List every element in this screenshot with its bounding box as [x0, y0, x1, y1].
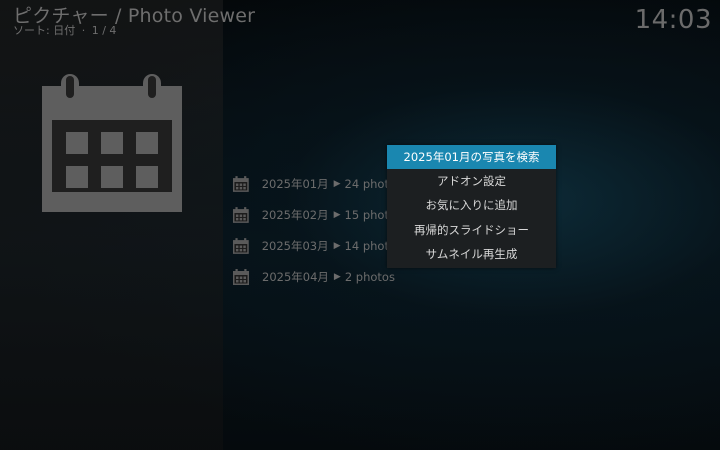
- menu-item-add-favorites[interactable]: お気に入りに追加: [387, 193, 556, 217]
- menu-item-search-photos[interactable]: 2025年01月の写真を検索: [387, 145, 556, 170]
- context-menu: 2025年01月の写真を検索 アドオン設定 お気に入りに追加 再帰的スライドショ…: [387, 145, 556, 268]
- list-item[interactable]: 2025年01月 ▶ 24 photos: [232, 168, 402, 199]
- calendar-icon: [232, 175, 249, 192]
- list-item-label: 2025年02月: [261, 207, 329, 222]
- calendar-icon: [232, 206, 249, 223]
- arrow-icon: ▶: [333, 240, 341, 251]
- list-item[interactable]: 2025年04月 ▶ 2 photos: [232, 261, 402, 292]
- menu-item-regenerate-thumbnails[interactable]: サムネイル再生成: [387, 242, 556, 266]
- arrow-icon: ▶: [333, 271, 341, 282]
- side-panel: [0, 0, 223, 450]
- clock: 14:03: [634, 5, 712, 35]
- list-item-label: 2025年03月: [261, 238, 329, 253]
- arrow-icon: ▶: [333, 209, 341, 220]
- arrow-icon: ▶: [333, 178, 341, 189]
- folder-list: 2025年01月 ▶ 24 photos 2025年02月 ▶ 15 photo…: [232, 168, 402, 292]
- menu-item-recursive-slideshow[interactable]: 再帰的スライドショー: [387, 218, 556, 242]
- menu-item-addon-settings[interactable]: アドオン設定: [387, 169, 556, 193]
- calendar-icon: [42, 74, 182, 212]
- list-item[interactable]: 2025年02月 ▶ 15 photos: [232, 199, 402, 230]
- sort-separator: ·: [81, 24, 86, 37]
- list-item[interactable]: 2025年03月 ▶ 14 photos: [232, 230, 402, 261]
- sort-info: ソート: 日付 · 1 / 4: [13, 22, 116, 38]
- list-item-count: 2 photos: [344, 269, 395, 284]
- sort-label[interactable]: ソート: 日付: [13, 24, 75, 37]
- calendar-icon: [232, 237, 249, 254]
- calendar-icon: [233, 268, 249, 285]
- list-item-label: 2025年04月: [262, 269, 329, 284]
- page-indicator: 1 / 4: [91, 24, 117, 37]
- list-item-label: 2025年01月: [261, 176, 329, 191]
